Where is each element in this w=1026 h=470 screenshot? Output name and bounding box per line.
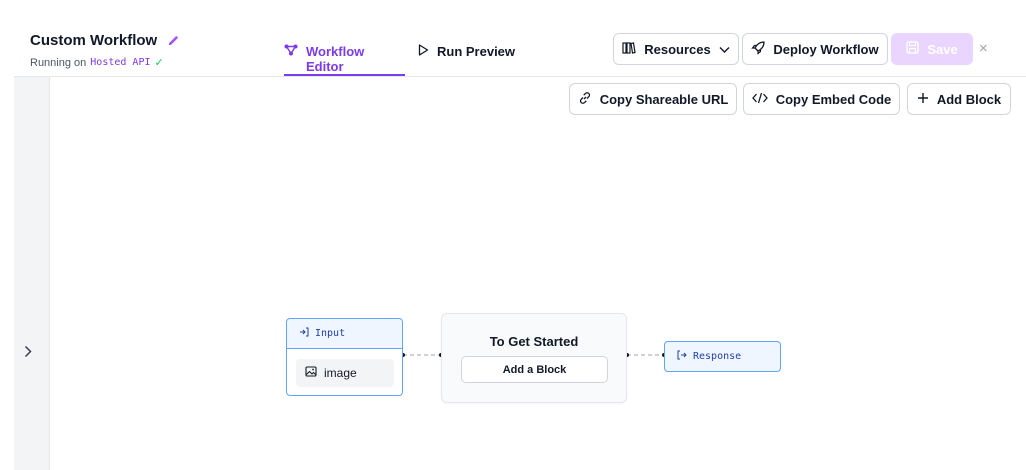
input-node-header: Input: [287, 319, 402, 349]
get-started-title: To Get Started: [489, 334, 579, 349]
tab-run-preview-label: Run Preview: [437, 44, 516, 59]
code-icon: [751, 92, 768, 107]
tab-run-preview[interactable]: Run Preview: [418, 36, 528, 76]
workflow-title-area: Custom Workflow: [30, 32, 180, 49]
input-image-field-label: image: [324, 366, 357, 380]
chevron-right-icon[interactable]: [24, 345, 32, 362]
image-icon: [305, 366, 317, 380]
deploy-workflow-button[interactable]: Deploy Workflow: [742, 33, 888, 65]
response-node-title: Response: [693, 351, 742, 362]
running-label: Running on: [30, 56, 87, 69]
add-block-button[interactable]: Add Block: [907, 83, 1011, 115]
rocket-icon: [751, 40, 766, 58]
resources-label: Resources: [644, 41, 711, 57]
chevron-down-icon: [719, 42, 730, 57]
copy-shareable-url-button[interactable]: Copy Shareable URL: [569, 83, 737, 115]
add-block-label: Add Block: [936, 91, 1002, 107]
response-node[interactable]: Response: [664, 341, 781, 372]
save-button[interactable]: Save: [891, 33, 973, 65]
input-node-title: Input: [315, 328, 346, 339]
running-status: Running on Hosted API ✓: [30, 56, 164, 70]
copy-embed-code-button[interactable]: Copy Embed Code: [743, 83, 900, 115]
workflow-title: Custom Workflow: [30, 32, 180, 49]
arrow-into-icon: [299, 327, 309, 340]
save-label: Save: [927, 41, 958, 57]
top-header: Custom Workflow Running on Hosted API ✓ …: [14, 0, 1026, 77]
books-icon: [622, 41, 636, 58]
pencil-icon[interactable]: [167, 34, 180, 47]
add-a-block-button[interactable]: Add a Block: [461, 356, 608, 383]
link-icon: [578, 91, 592, 108]
input-node[interactable]: Input image: [286, 318, 403, 396]
tab-workflow-editor-label: Workflow Editor: [306, 44, 365, 74]
copy-embed-code-label: Copy Embed Code: [775, 91, 892, 107]
running-target: Hosted API: [90, 57, 151, 68]
workflow-title-text: Custom Workflow: [30, 32, 158, 49]
tab-workflow-editor[interactable]: Workflow Editor: [284, 36, 405, 76]
resources-button[interactable]: Resources: [613, 33, 739, 65]
copy-shareable-url-label: Copy Shareable URL: [599, 91, 729, 107]
left-collapsed-panel: [14, 77, 50, 470]
get-started-node: To Get Started Add a Block: [441, 313, 627, 403]
play-icon: [418, 44, 429, 59]
plus-icon: [917, 92, 929, 107]
workflow-nodes-icon: [284, 44, 298, 59]
arrow-out-icon: [677, 350, 687, 363]
check-icon: ✓: [154, 57, 164, 69]
deploy-workflow-label: Deploy Workflow: [773, 41, 879, 57]
input-image-field[interactable]: image: [296, 359, 394, 387]
save-icon: [906, 41, 919, 57]
close-icon[interactable]: ×: [979, 40, 988, 57]
